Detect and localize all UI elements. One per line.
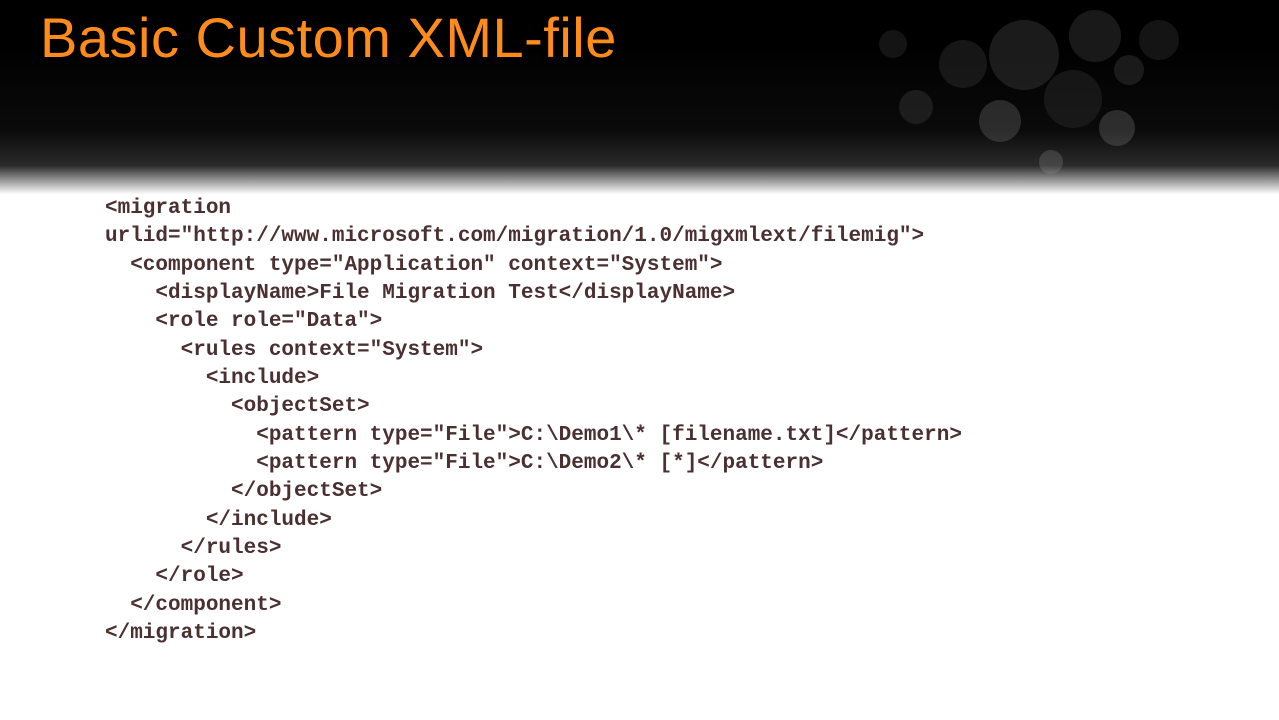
code-line: <objectSet> [105, 395, 370, 418]
code-line: </migration> [105, 622, 256, 645]
slide-title: Basic Custom XML-file [40, 5, 617, 70]
code-line: <rules context="System"> [105, 339, 483, 362]
code-line: </component> [105, 594, 281, 617]
decorative-dots [739, 0, 1219, 200]
xml-code-block: <migration urlid="http://www.microsoft.c… [105, 195, 1199, 649]
code-line: <include> [105, 367, 319, 390]
code-line: <displayName>File Migration Test</displa… [105, 282, 735, 305]
slide: Basic Custom XML-file <migration urlid="… [0, 0, 1279, 720]
code-line: <pattern type="File">C:\Demo1\* [filenam… [105, 424, 962, 447]
code-line: <component type="Application" context="S… [105, 254, 723, 277]
code-line: urlid="http://www.microsoft.com/migratio… [105, 225, 924, 248]
code-line: </rules> [105, 537, 281, 560]
code-line: </role> [105, 565, 244, 588]
code-line: </include> [105, 509, 332, 532]
code-line: </objectSet> [105, 480, 382, 503]
code-line: <pattern type="File">C:\Demo2\* [*]</pat… [105, 452, 823, 475]
code-line: <role role="Data"> [105, 310, 382, 333]
code-line: <migration [105, 197, 231, 220]
